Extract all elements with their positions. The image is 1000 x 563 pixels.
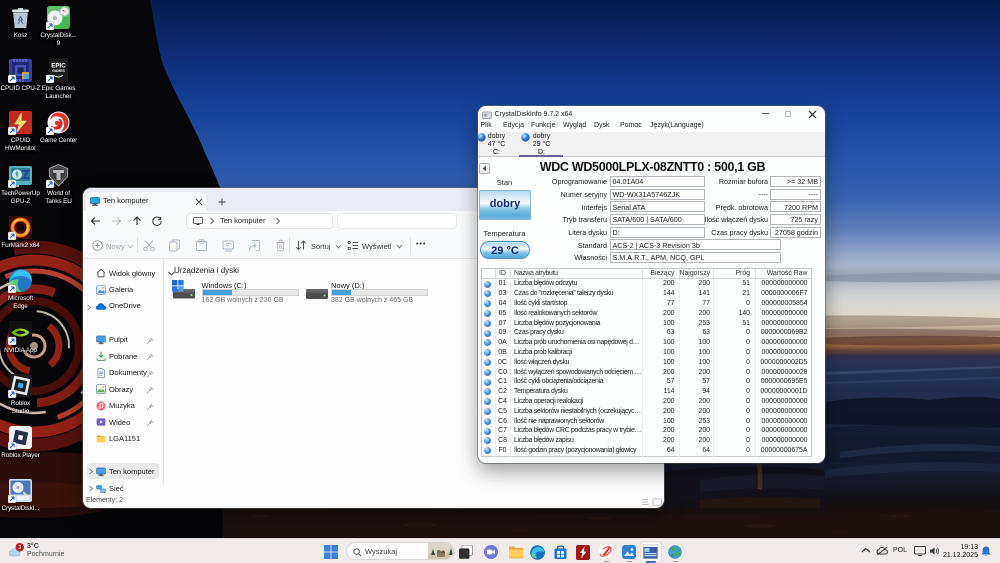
svg-text:3: 3 (18, 545, 21, 551)
svg-text:GAMES: GAMES (52, 69, 65, 73)
